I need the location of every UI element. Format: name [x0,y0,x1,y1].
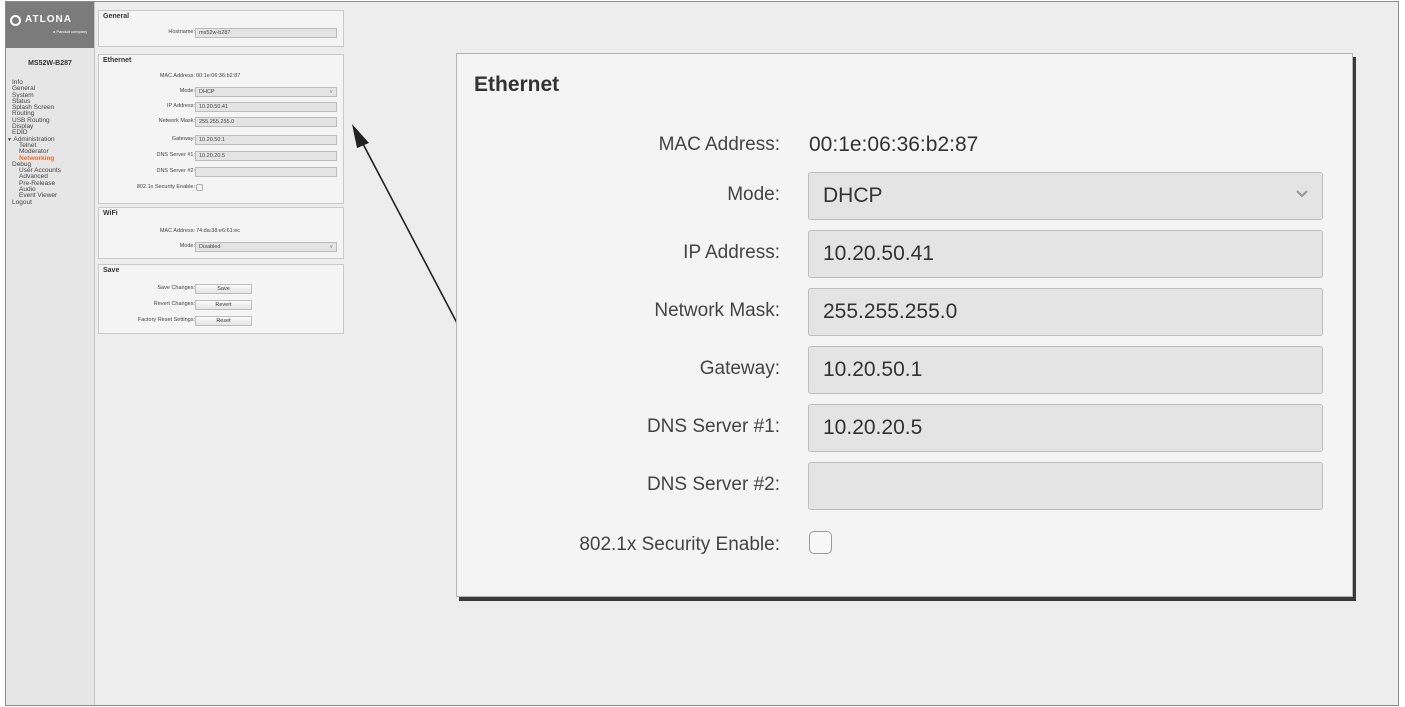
callout-arrow-line [361,141,458,324]
zoom-ip-label: IP Address: [683,242,780,263]
zoom-mac-value: 00:1e:06:36:b2:87 [809,133,979,156]
zoom-security-checkbox[interactable] [809,531,832,554]
zoom-security-label: 802.1x Security Enable: [579,534,780,555]
zoom-mask-label: Network Mask: [654,300,780,321]
zoom-security-row: 802.1x Security Enable: [457,522,1354,571]
chevron-down-icon [1296,190,1308,198]
zoom-mask-row: Network Mask: 255.255.255.0 [457,288,1354,337]
zoom-ip-row: IP Address: 10.20.50.41 [457,230,1354,279]
zoom-dns1-input[interactable]: 10.20.20.5 [808,404,1323,452]
zoom-mac-row: MAC Address: 00:1e:06:36:b2:87 [457,122,1354,171]
callout-arrow-head [352,124,369,148]
zoom-mode-value: DHCP [823,184,883,207]
zoom-mac-label: MAC Address: [658,134,780,155]
zoom-dns1-label: DNS Server #1: [646,416,780,437]
zoom-ethernet-title: Ethernet [474,73,560,96]
zoom-dns2-input[interactable] [808,462,1323,510]
ethernet-zoom-panel: Ethernet MAC Address: 00:1e:06:36:b2:87 … [456,53,1353,597]
zoom-mode-select[interactable]: DHCP [808,172,1323,220]
zoom-dns2-row: DNS Server #2: [457,462,1354,511]
zoom-dns2-label: DNS Server #2: [646,474,780,495]
zoom-gateway-input[interactable]: 10.20.50.1 [808,346,1323,394]
zoom-gateway-row: Gateway: 10.20.50.1 [457,346,1354,395]
zoom-mode-row: Mode: DHCP [457,172,1354,221]
zoom-mask-input[interactable]: 255.255.255.0 [808,288,1323,336]
zoom-mode-label: Mode: [727,184,780,205]
zoom-dns1-row: DNS Server #1: 10.20.20.5 [457,404,1354,453]
zoom-ip-input[interactable]: 10.20.50.41 [808,230,1323,278]
zoom-gateway-label: Gateway: [699,358,780,379]
